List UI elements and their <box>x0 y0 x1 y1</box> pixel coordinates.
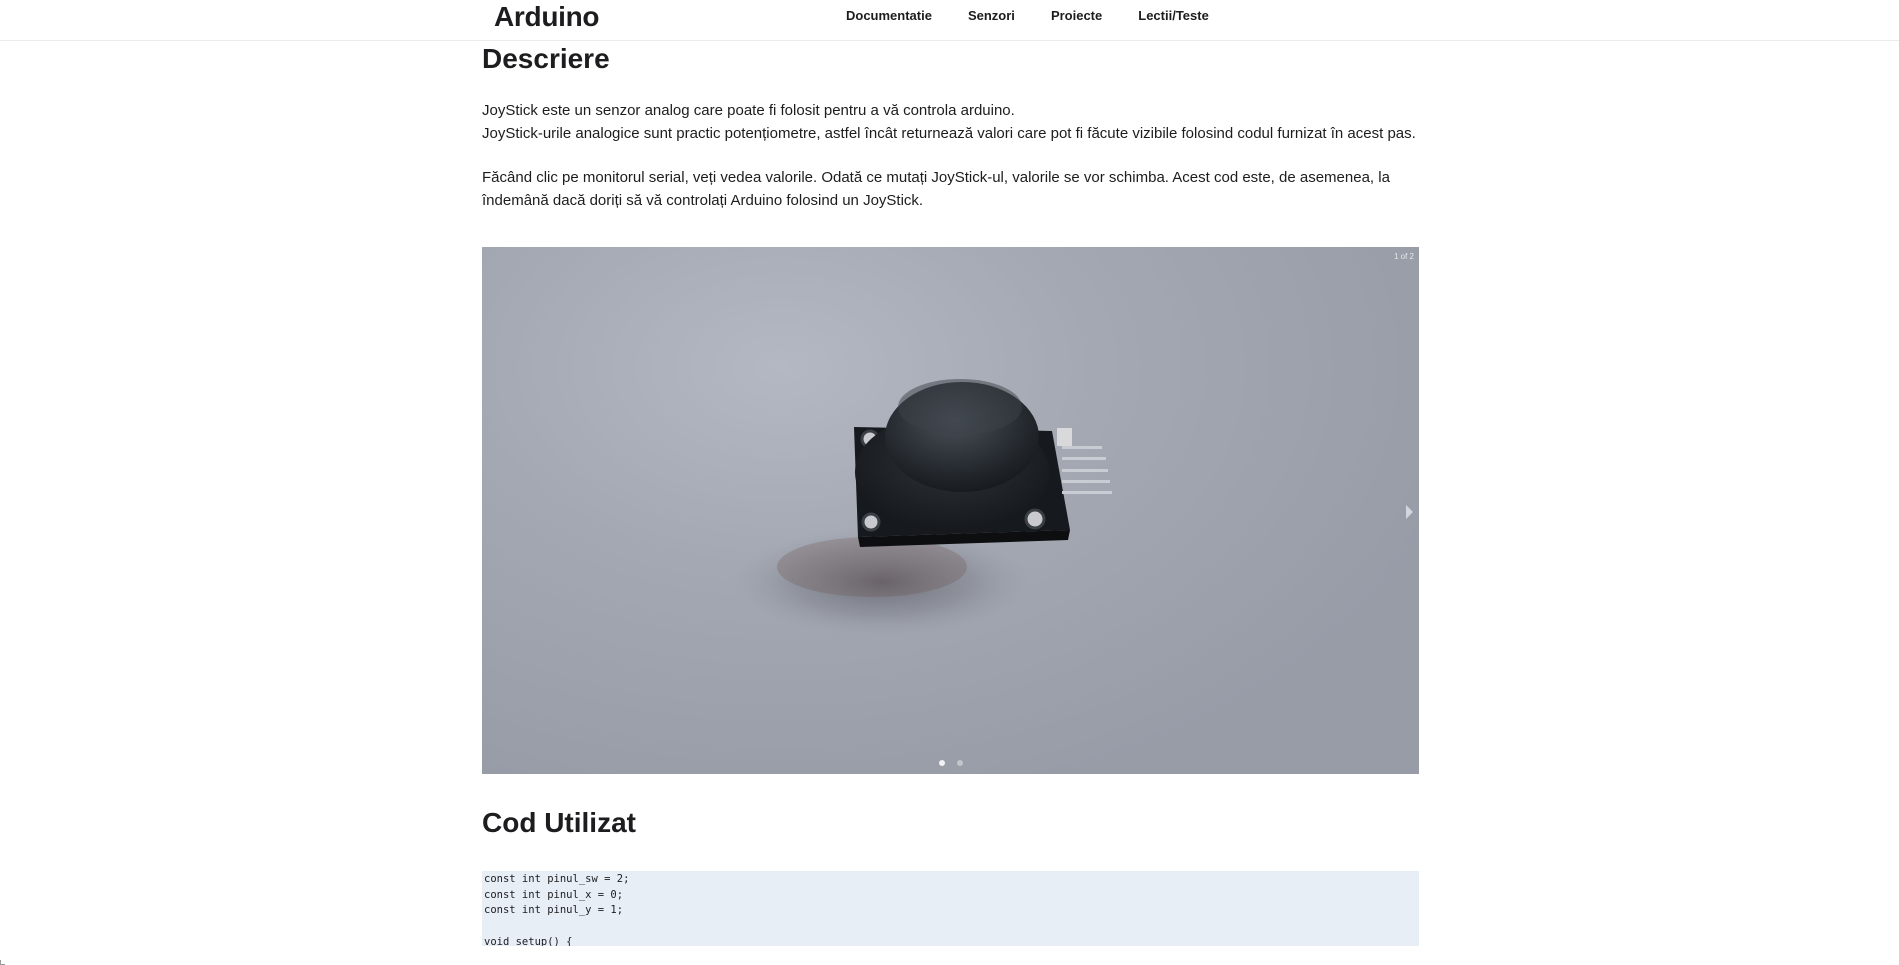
nav-link-lectii-teste[interactable]: Lectii/Teste <box>1138 8 1209 24</box>
description-line-3: Făcând clic pe monitorul serial, veți ve… <box>482 169 1390 209</box>
slide-counter: 1 of 2 <box>1393 252 1414 261</box>
brand-logo[interactable]: Arduino <box>494 1 600 33</box>
next-arrow-icon[interactable] <box>1406 505 1413 519</box>
image-slideshow[interactable]: 1 of 2 <box>482 247 1419 774</box>
resize-corner-icon <box>0 960 5 965</box>
nav-link-proiecte[interactable]: Proiecte <box>1051 8 1102 24</box>
code-block: const int pinul_sw = 2; const int pinul_… <box>482 871 1419 946</box>
description-heading: Descriere <box>482 43 610 74</box>
slide-dot-2[interactable] <box>957 760 963 766</box>
description-line-1: JoyStick este un senzor analog care poat… <box>482 102 1015 119</box>
code-heading: Cod Utilizat <box>482 807 636 838</box>
main-content: Descriere JoyStick este un senzor analog… <box>482 42 1420 212</box>
description-line-2: JoyStick-urile analogice sunt practic po… <box>482 124 1416 142</box>
slide-dots <box>939 760 975 766</box>
nav-links: Documentatie Senzori Proiecte Lectii/Tes… <box>846 8 1245 24</box>
top-navbar: Arduino Documentatie Senzori Proiecte Le… <box>0 0 1899 41</box>
nav-link-senzori[interactable]: Senzori <box>968 8 1015 24</box>
joystick-photo <box>732 379 1112 637</box>
nav-link-documentatie[interactable]: Documentatie <box>846 8 932 24</box>
slide-dot-1[interactable] <box>939 760 945 766</box>
code-text: const int pinul_sw = 2; const int pinul_… <box>484 873 630 946</box>
description-text: JoyStick este un senzor analog care poat… <box>482 100 1420 212</box>
